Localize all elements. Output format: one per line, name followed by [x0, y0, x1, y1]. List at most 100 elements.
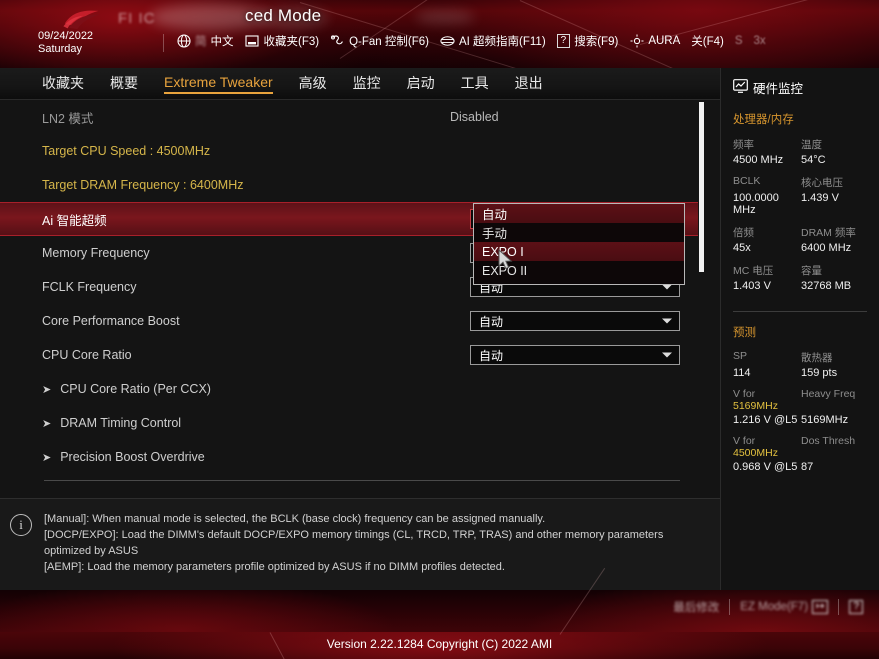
dropdown-option-auto[interactable]: 自动	[474, 204, 684, 223]
chevron-right-icon: ➤	[42, 383, 51, 396]
main-menu-tabs: 收藏夹 概要 Extreme Tweaker 高级 监控 启动 工具 退出	[0, 68, 720, 100]
toolbar-extra-3x-label: 3x	[754, 35, 766, 47]
setting-label: Memory Frequency	[42, 246, 470, 260]
setting-row-core-performance-boost[interactable]: Core Performance Boost 自动	[0, 304, 700, 338]
setting-row-cpu-core-ratio[interactable]: CPU Core Ratio 自动	[0, 338, 700, 372]
bottom-toolbar: 最后修改 EZ Mode(F7) ↦ ?	[0, 590, 879, 632]
bios-screen: FI IC ced Mode 09/24/2022 Saturday 简 中文 …	[0, 0, 879, 659]
toolbar-ai-oc-label: AI 超频指南(F11)	[459, 33, 546, 49]
hw-section-prediction-title: 预测	[733, 324, 869, 340]
select-value: 自动	[479, 313, 503, 330]
cpu-core-ratio-select[interactable]: 自动	[470, 345, 680, 365]
header-toolbar: 简 中文 收藏夹(F3) Q-Fan 控制(F6) AI 超频指南(F1	[176, 33, 766, 49]
toolbar-extra-s-label: S	[735, 35, 743, 47]
hw-value-heavy-freq: 5169MHz	[801, 414, 869, 426]
toolbar-language[interactable]: 简 中文	[176, 33, 234, 49]
hw-key-v-for-heavy: V for 5169MHz	[733, 388, 801, 412]
setting-label: DRAM Timing Control	[60, 416, 181, 430]
hw-key-sp: SP	[733, 350, 801, 365]
arrow-right-box-icon: ↦	[812, 600, 828, 614]
version-bar: Version 2.22.1284 Copyright (C) 2022 AMI	[0, 632, 879, 659]
setting-label: CPU Core Ratio	[42, 348, 470, 362]
tab-tool[interactable]: 工具	[461, 73, 489, 95]
hw-key-mc-voltage: MC 电压	[733, 263, 801, 278]
tab-monitor[interactable]: 监控	[353, 73, 381, 95]
tab-advanced[interactable]: 高级	[299, 73, 327, 95]
settings-panel: LN2 模式 Disabled Target CPU Speed : 4500M…	[0, 100, 720, 498]
header-blurred-text: FI IC	[118, 10, 156, 27]
info-row-target-dram-frequency: Target DRAM Frequency : 6400MHz	[0, 168, 700, 202]
tab-extreme-tweaker[interactable]: Extreme Tweaker	[164, 74, 273, 94]
top-header: FI IC ced Mode 09/24/2022 Saturday 简 中文 …	[0, 0, 879, 68]
hw-key-v-for-heavy-freq: 5169MHz	[733, 400, 778, 412]
hardware-monitor-title: 硬件监控	[733, 78, 869, 97]
setting-row-ln2-mode[interactable]: LN2 模式 Disabled	[0, 100, 700, 134]
hw-value-capacity: 32768 MB	[801, 280, 869, 292]
header-divider	[163, 34, 164, 52]
chevron-down-icon	[662, 319, 672, 324]
ai-oc-icon	[440, 34, 455, 49]
setting-value: Disabled	[450, 110, 680, 124]
hw-divider	[733, 311, 867, 312]
hw-key-dos-thresh: Dos Thresh	[801, 435, 869, 459]
chevron-right-icon: ➤	[42, 451, 51, 464]
globe-icon	[176, 34, 191, 49]
setting-label: Ai 智能超频	[42, 210, 470, 229]
toolbar-ai-oc-guide[interactable]: AI 超频指南(F11)	[440, 33, 546, 49]
hw-key-bclk: BCLK	[733, 175, 801, 190]
help-line-aemp: [AEMP]: Load the memory parameters profi…	[44, 559, 706, 575]
toolbar-search-label: 搜索(F9)	[574, 33, 618, 49]
tab-favorites[interactable]: 收藏夹	[42, 73, 84, 95]
rog-logo	[62, 8, 104, 32]
toolbar-aura[interactable]: AURA	[629, 34, 680, 49]
submenu-row-cpu-core-ratio-per-ccx[interactable]: ➤CPU Core Ratio (Per CCX)	[0, 372, 700, 406]
hw-value-temperature: 54°C	[801, 154, 869, 166]
core-performance-boost-select[interactable]: 自动	[470, 311, 680, 331]
hardware-monitor-panel: 硬件监控 处理器/内存 频率 温度 4500 MHz 54°C BCLK 核心电…	[720, 68, 879, 590]
hw-section-prediction-grid: SP 散热器 114 159 pts V for 5169MHz Heavy F…	[733, 350, 869, 480]
last-modified-label: 最后修改	[673, 599, 719, 615]
help-button[interactable]: ?	[849, 600, 863, 614]
setting-label: Target DRAM Frequency : 6400MHz	[42, 178, 680, 192]
submenu-row-digi-vrm[interactable]: ➤DIGI + VRM	[0, 487, 700, 498]
setting-label: Precision Boost Overdrive	[60, 450, 205, 464]
version-text: Version 2.22.1284 Copyright (C) 2022 AMI	[0, 637, 879, 651]
toolbar-extra-s[interactable]: S	[735, 35, 743, 47]
submenu-row-precision-boost-overdrive[interactable]: ➤ Precision Boost Overdrive	[0, 440, 700, 474]
hw-key-v-for-dos-freq: 4500MHz	[733, 447, 778, 459]
toolbar-search[interactable]: ? 搜索(F9)	[557, 33, 619, 49]
hw-value-dram-frequency: 6400 MHz	[801, 242, 869, 254]
ez-mode-button[interactable]: EZ Mode(F7) ↦	[740, 600, 828, 614]
hw-value-sp: 114	[733, 367, 801, 379]
ai-overclock-tuner-dropdown[interactable]: 自动 手动 EXPO I EXPO II	[473, 203, 685, 285]
setting-label: FCLK Frequency	[42, 280, 470, 294]
hw-key-v-for-heavy-prefix: V for	[733, 388, 755, 400]
bottom-toolbar-items: 最后修改 EZ Mode(F7) ↦ ?	[673, 599, 863, 615]
hw-key-heavy-freq: Heavy Freq	[801, 388, 869, 412]
tab-main[interactable]: 概要	[110, 73, 138, 95]
settings-scrollbar-thumb[interactable]	[699, 102, 704, 272]
toolbar-extra-3x[interactable]: 3x	[754, 35, 766, 47]
page-title: ced Mode	[245, 6, 321, 26]
toolbar-qfan[interactable]: Q-Fan 控制(F6)	[330, 33, 429, 49]
hw-key-ratio: 倍频	[733, 225, 801, 240]
hw-value-core-voltage: 1.439 V	[801, 192, 869, 216]
hw-key-cooler: 散热器	[801, 350, 869, 365]
system-date: 09/24/2022 Saturday	[38, 30, 93, 56]
weekday-value: Saturday	[38, 43, 93, 56]
hw-value-bclk: 100.0000 MHz	[733, 192, 801, 216]
submenu-row-dram-timing-control[interactable]: ➤DRAM Timing Control	[0, 406, 700, 440]
select-value: 自动	[479, 347, 503, 364]
toolbar-aura-off[interactable]: 关(F4)	[691, 33, 724, 49]
hw-key-core-voltage: 核心电压	[801, 175, 869, 190]
last-modified-button[interactable]: 最后修改	[673, 599, 719, 615]
tab-boot[interactable]: 启动	[407, 73, 435, 95]
hw-value-ratio: 45x	[733, 242, 801, 254]
dropdown-option-manual[interactable]: 手动	[474, 223, 684, 242]
hw-value-dos-thresh: 87	[801, 461, 869, 473]
tab-exit[interactable]: 退出	[515, 73, 543, 95]
hw-key-capacity: 容量	[801, 263, 869, 278]
ez-mode-label: EZ Mode(F7)	[740, 601, 808, 613]
qfan-icon	[330, 34, 345, 49]
toolbar-favorites[interactable]: 收藏夹(F3)	[245, 33, 320, 49]
